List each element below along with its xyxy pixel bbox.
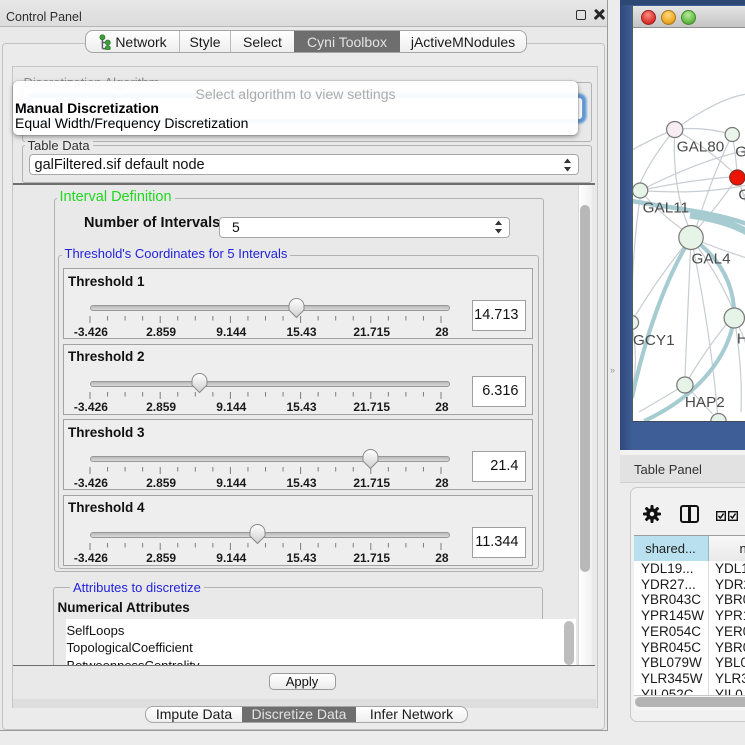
svg-text:GAL4: GAL4: [692, 250, 731, 267]
svg-text:HAP2: HAP2: [685, 394, 725, 411]
svg-text:GAL11: GAL11: [643, 199, 689, 216]
svg-text:GA: GA: [735, 143, 745, 160]
svg-text:GAL80: GAL80: [677, 138, 725, 155]
svg-text:H: H: [737, 330, 745, 347]
svg-text:G: G: [738, 186, 745, 203]
svg-text:GCY1: GCY1: [633, 332, 675, 349]
